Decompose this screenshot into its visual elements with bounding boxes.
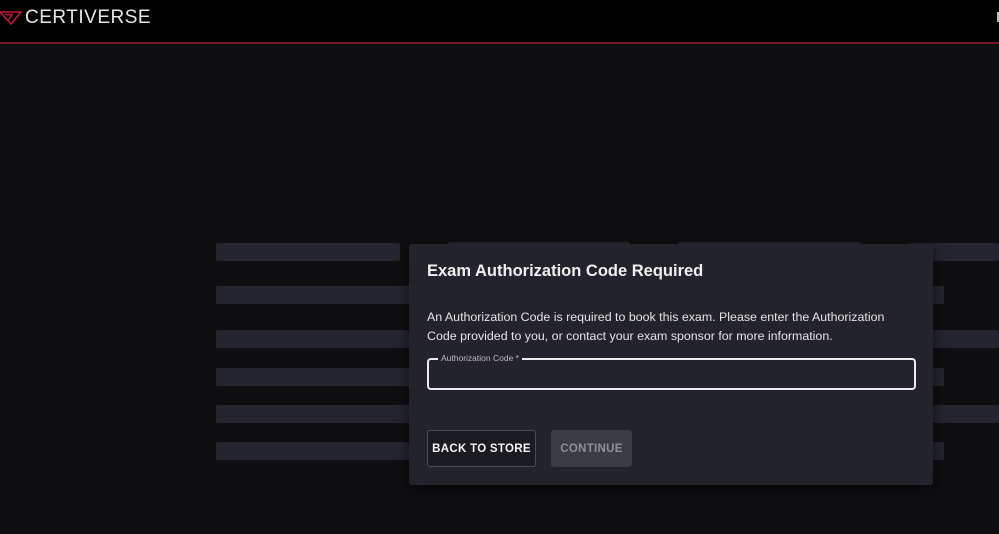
logo-text: CERTIVERSE xyxy=(25,7,152,28)
back-to-store-button[interactable]: BACK TO STORE xyxy=(427,430,536,467)
authorization-code-dialog: Exam Authorization Code Required An Auth… xyxy=(409,244,933,485)
certiverse-logo-mark-icon xyxy=(0,11,22,25)
dialog-description: An Authorization Code is required to boo… xyxy=(427,310,885,343)
skeleton-bar xyxy=(216,243,400,261)
continue-button[interactable]: CONTINUE xyxy=(551,430,632,467)
authorization-code-field[interactable]: Authorization Code * xyxy=(427,352,916,390)
top-header: CERTIVERSE xyxy=(0,0,999,44)
dialog-title: Exam Authorization Code Required xyxy=(427,262,704,280)
certiverse-logo[interactable]: CERTIVERSE xyxy=(0,7,151,29)
authorization-code-input[interactable] xyxy=(429,360,914,388)
